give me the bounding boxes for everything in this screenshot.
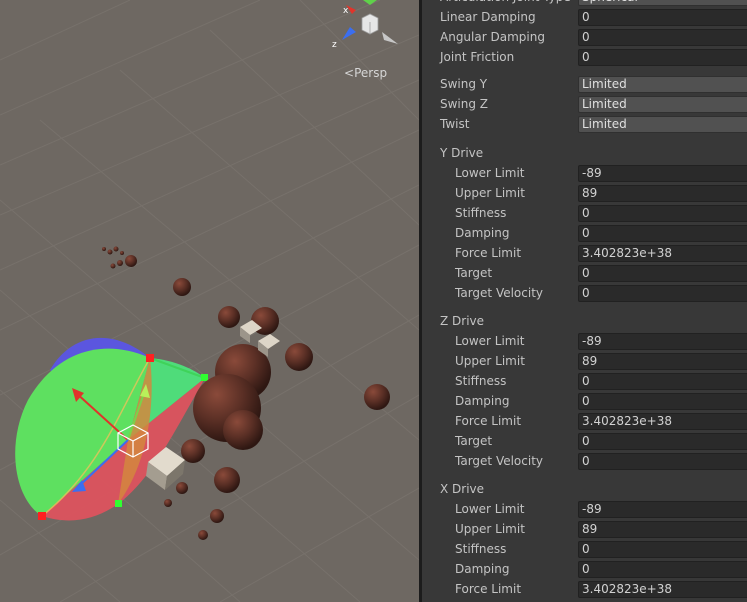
property-dropdown[interactable]: Spherical [578, 0, 747, 6]
drive-header: Y Drive [440, 146, 484, 160]
drive-field-row: Damping 0 [422, 392, 747, 412]
property-label: Damping [455, 394, 510, 408]
property-label: Stiffness [455, 374, 507, 388]
property-field[interactable]: 3.402823e+38 [578, 245, 747, 262]
drive-header: X Drive [440, 482, 485, 496]
motion-row: Twist Limited [422, 115, 747, 135]
property-field[interactable]: 89 [578, 353, 747, 370]
property-field[interactable]: 0 [578, 49, 747, 66]
property-dropdown[interactable]: Limited [578, 76, 747, 93]
motion-row: Swing Y Limited [422, 75, 747, 95]
property-field[interactable]: 89 [578, 521, 747, 538]
drive-field-row: Stiffness 0 [422, 372, 747, 392]
property-field[interactable]: 0 [578, 225, 747, 242]
property-field[interactable]: 0 [578, 205, 747, 222]
joint-type-row: Articulation Joint Type Spherical [422, 0, 747, 8]
property-field[interactable]: -89 [578, 501, 747, 518]
drive-section: Y Drive [422, 144, 747, 164]
property-field[interactable]: 0 [578, 433, 747, 450]
property-label: Lower Limit [455, 166, 525, 180]
property-label: Target Velocity [455, 286, 544, 300]
property-label: Angular Damping [440, 30, 545, 44]
property-label: Articulation Joint Type [440, 0, 571, 4]
property-label: Linear Damping [440, 10, 536, 24]
drive-field-row: Force Limit 3.402823e+38 [422, 244, 747, 264]
property-label: Upper Limit [455, 186, 525, 200]
drive-field-row: Upper Limit 89 [422, 352, 747, 372]
property-field[interactable]: 0 [578, 373, 747, 390]
drive-field-row: Target Velocity 0 [422, 452, 747, 472]
projection-toggle[interactable]: <Persp [344, 66, 387, 80]
drive-field-row: Stiffness 0 [422, 204, 747, 224]
property-field[interactable]: 0 [578, 541, 747, 558]
gizmo-x-label: x [343, 6, 349, 16]
projection-label: Persp [354, 66, 388, 80]
persp-chevron-icon: < [344, 66, 355, 80]
property-field[interactable]: -89 [578, 165, 747, 182]
property-label: Force Limit [455, 414, 522, 428]
scene-canvas[interactable]: x z [0, 0, 419, 602]
drive-field-row: Target 0 [422, 264, 747, 284]
property-label: Twist [440, 117, 470, 131]
property-label: Damping [455, 562, 510, 576]
drive-field-row: Force Limit 3.402823e+38 [422, 412, 747, 432]
property-field[interactable]: 89 [578, 185, 747, 202]
motion-row: Swing Z Limited [422, 95, 747, 115]
gizmo-z-label: z [332, 40, 337, 50]
property-label: Target [455, 434, 493, 448]
drive-header: Z Drive [440, 314, 485, 328]
property-label: Upper Limit [455, 354, 525, 368]
property-label: Upper Limit [455, 522, 525, 536]
property-field[interactable]: 3.402823e+38 [578, 581, 747, 598]
drive-field-row: Lower Limit -89 [422, 332, 747, 352]
property-field[interactable]: 0 [578, 561, 747, 578]
drive-field-row: Target Velocity 0 [422, 284, 747, 304]
property-field[interactable]: 0 [578, 29, 747, 46]
property-field[interactable]: 0 [578, 285, 747, 302]
property-label: Lower Limit [455, 502, 525, 516]
drive-field-row: Stiffness 0 [422, 540, 747, 560]
drive-field-row: Target 0 [422, 432, 747, 452]
property-label: Stiffness [455, 542, 507, 556]
property-label: Target [455, 266, 493, 280]
drive-field-row: Damping 0 [422, 224, 747, 244]
drive-field-row: Damping 0 [422, 560, 747, 580]
property-field[interactable]: 0 [578, 393, 747, 410]
property-field[interactable]: 0 [578, 453, 747, 470]
property-label: Force Limit [455, 246, 522, 260]
property-field[interactable]: -89 [578, 333, 747, 350]
property-label: Joint Friction [440, 50, 515, 64]
property-label: Swing Z [440, 97, 489, 111]
property-label: Force Limit [455, 582, 522, 596]
property-field[interactable]: 3.402823e+38 [578, 413, 747, 430]
property-field[interactable]: 0 [578, 9, 747, 26]
drive-field-row: Upper Limit 89 [422, 184, 747, 204]
inspector-panel: Articulation Joint Type Spherical Linear D… [422, 0, 747, 602]
property-dropdown[interactable]: Limited [578, 96, 747, 113]
drive-field-row: Lower Limit -89 [422, 164, 747, 184]
drive-field-row: Force Limit 3.402823e+38 [422, 580, 747, 600]
drive-section: Z Drive [422, 312, 747, 332]
scene-view[interactable]: x z <Persp [0, 0, 419, 602]
property-label: Damping [455, 226, 510, 240]
property-label: Target Velocity [455, 454, 544, 468]
drive-section: X Drive [422, 480, 747, 500]
property-label: Stiffness [455, 206, 507, 220]
property-label: Swing Y [440, 77, 488, 91]
property-dropdown[interactable]: Limited [578, 116, 747, 133]
property-field[interactable]: 0 [578, 265, 747, 282]
property-row: Joint Friction 0 [422, 48, 747, 68]
property-label: Lower Limit [455, 334, 525, 348]
property-row: Angular Damping 0 [422, 28, 747, 48]
drive-field-row: Upper Limit 89 [422, 520, 747, 540]
property-row: Linear Damping 0 [422, 8, 747, 28]
drive-field-row: Lower Limit -89 [422, 500, 747, 520]
